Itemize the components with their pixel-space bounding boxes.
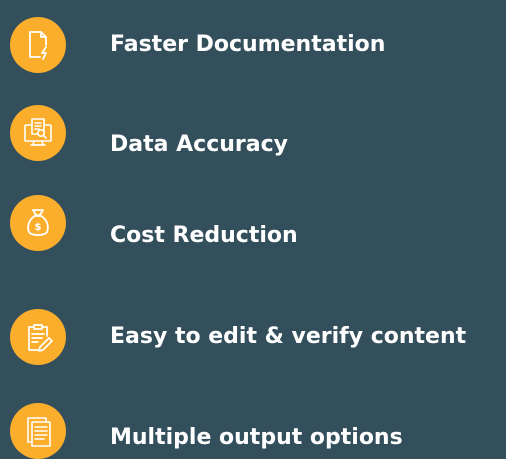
feature-badge	[10, 17, 66, 73]
feature-badge	[10, 403, 66, 459]
clipboard-pencil-icon	[28, 324, 53, 352]
feature-label: Multiple output options	[110, 425, 403, 450]
feature-label: Easy to edit & verify content	[110, 324, 467, 349]
feature-badge	[10, 309, 66, 365]
monitor-document-search-icon	[24, 118, 52, 146]
feature-label: Data Accuracy	[110, 132, 288, 157]
document-lightning-icon	[29, 31, 47, 60]
feature-badge: $	[10, 195, 66, 251]
money-bag-dollar-icon: $	[27, 209, 49, 236]
stacked-documents-icon	[27, 417, 51, 447]
svg-text:$: $	[35, 222, 42, 233]
feature-badge	[10, 105, 66, 161]
feature-label: Faster Documentation	[110, 32, 386, 57]
feature-list: Faster Documentation Data Accuracy $ Cos…	[0, 0, 506, 459]
feature-label: Cost Reduction	[110, 223, 298, 248]
